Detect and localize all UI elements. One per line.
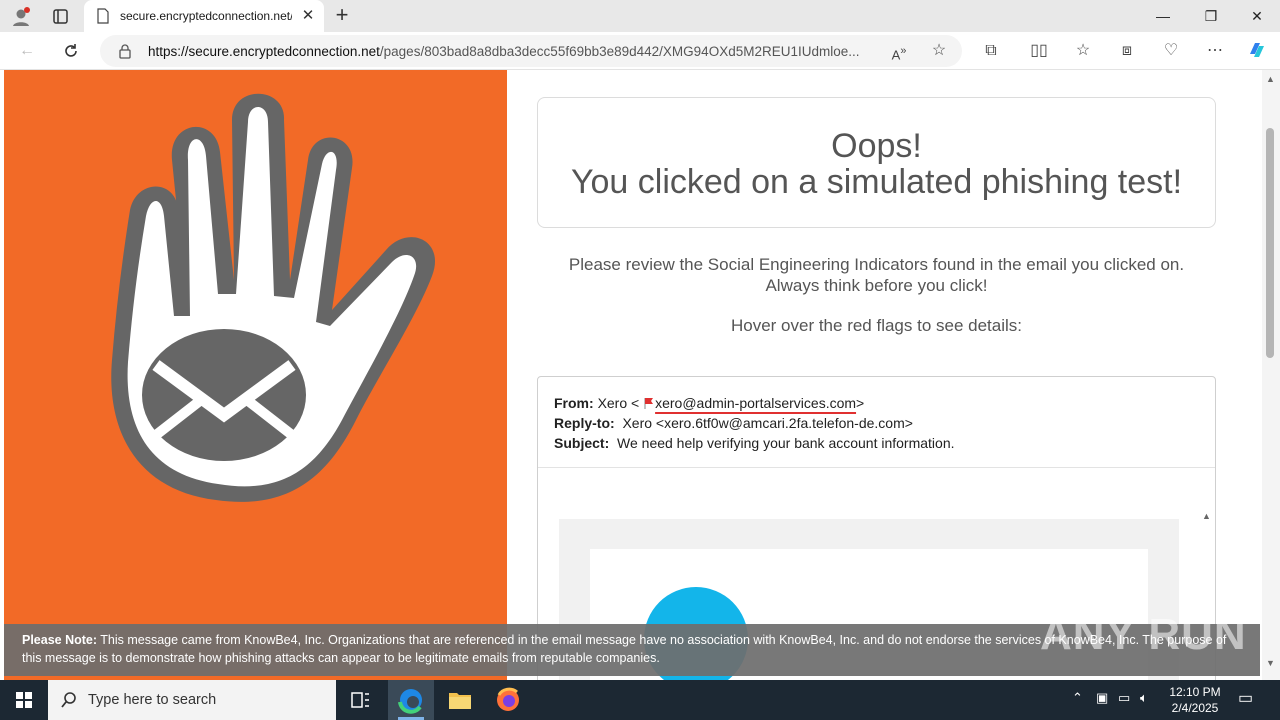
instruction-line-2: Always think before you click! (765, 276, 988, 295)
task-view-icon[interactable] (338, 680, 382, 720)
read-aloud-icon[interactable]: A» (886, 39, 912, 63)
favorite-star-icon[interactable]: ☆ (926, 39, 952, 63)
close-tab-icon[interactable]: ✕ (298, 6, 318, 26)
address-bar[interactable]: https://secure.encryptedconnection.net/p… (100, 35, 962, 67)
search-placeholder: Type here to search (88, 692, 217, 708)
taskbar-clock[interactable]: 12:10 PM 2/4/2025 (1160, 684, 1230, 716)
search-icon (60, 691, 78, 709)
red-flag-icon[interactable] (643, 397, 655, 409)
scrollbar-thumb[interactable] (1266, 128, 1274, 358)
tab-actions-icon[interactable] (46, 6, 74, 28)
note-label: Please Note: (22, 633, 98, 647)
scroll-up-icon[interactable]: ▲ (1266, 74, 1275, 84)
hover-instruction: Hover over the red flags to see details: (730, 316, 1023, 335)
more-menu-icon[interactable]: ⋯ (1202, 39, 1228, 63)
instruction-line-1: Please review the Social Engineering Ind… (568, 255, 1185, 274)
scroll-down-icon[interactable]: ▼ (1266, 658, 1275, 668)
back-icon[interactable]: ← (14, 39, 40, 63)
profile-icon[interactable] (10, 6, 32, 28)
clock-time: 12:10 PM (1169, 685, 1221, 699)
hero-panel (4, 70, 507, 680)
close-window-button[interactable]: ✕ (1234, 0, 1280, 32)
favorites-icon[interactable]: ☆ (1070, 39, 1096, 63)
lock-icon[interactable] (118, 43, 132, 59)
page-scrollbar[interactable]: ▲ ▼ (1262, 70, 1280, 680)
file-explorer-icon[interactable] (438, 680, 482, 720)
windows-taskbar: Type here to search ⌃ ▣ ▭ 🔈︎ 12:10 PM 2/… (0, 680, 1280, 720)
red-flag-from-address[interactable]: xero@admin-portalservices.com (643, 395, 856, 411)
headline-oops: Oops! (831, 127, 922, 165)
email-scroll-up-icon[interactable]: ▲ (1202, 511, 1211, 521)
from-name: Xero < (597, 395, 640, 411)
new-tab-button[interactable]: + (330, 4, 354, 28)
url-host: https://secure.encryptedconnection.net (148, 44, 380, 59)
refresh-icon[interactable] (58, 39, 84, 63)
browser-essentials-icon[interactable]: ♡ (1158, 39, 1184, 63)
headline-phishing: You clicked on a simulated phishing test… (570, 163, 1183, 201)
edge-taskbar-icon[interactable] (388, 680, 434, 720)
page-title: Oops! You clicked on a simulated phishin… (538, 128, 1215, 200)
email-subject-row: Subject: We need help verifying your ban… (554, 435, 955, 451)
volume-icon[interactable]: 🔈︎ (1140, 690, 1148, 706)
taskbar-search[interactable]: Type here to search (48, 680, 336, 720)
restore-button[interactable]: ❐ (1188, 0, 1234, 32)
subject-label: Subject: (554, 435, 610, 451)
reply-to-label: Reply-to: (554, 415, 615, 431)
minimize-button[interactable]: — (1140, 0, 1186, 32)
url-text[interactable]: https://secure.encryptedconnection.net/p… (148, 44, 882, 59)
reply-to-value: Xero <xero.6tf0w@amcari.2fa.telefon-de.c… (622, 415, 913, 431)
subject-value: We need help verifying your bank account… (617, 435, 955, 451)
extensions-icon[interactable]: ⧉ (978, 39, 1004, 63)
collections-icon[interactable]: ⧈ (1114, 39, 1140, 63)
split-screen-icon[interactable]: ▯▯ (1026, 39, 1052, 63)
windows-logo-icon[interactable] (0, 680, 48, 720)
email-from-row: From: Xero < xero@admin-portalservices.c… (554, 395, 864, 411)
from-label: From: (554, 395, 594, 411)
notification-icon[interactable]: ▭ (1238, 688, 1253, 708)
browser-toolbar: ← https://secure.encryptedconnection.net… (0, 32, 1280, 70)
tray-device-icon[interactable]: ▣ (1096, 690, 1108, 706)
start-button[interactable] (0, 680, 48, 720)
url-path: /pages/803bad8a8dba3decc55f69bb3e89d442/… (379, 44, 860, 59)
tab-active[interactable]: secure.encryptedconnection.net/ ✕ (84, 0, 324, 32)
page-content: Oops! You clicked on a simulated phishin… (0, 70, 1262, 680)
instruction-text: Please review the Social Engineering Ind… (537, 254, 1216, 296)
email-divider (538, 467, 1215, 468)
tray-chevron-icon[interactable]: ⌃ (1072, 690, 1083, 706)
from-address: xero@admin-portalservices.com (655, 395, 857, 411)
page-icon (96, 8, 110, 24)
network-icon[interactable]: ▭ (1118, 690, 1130, 706)
firefox-icon[interactable] (486, 680, 530, 720)
from-close: > (856, 395, 865, 411)
tab-title: secure.encryptedconnection.net/ (120, 9, 292, 23)
headline-card: Oops! You clicked on a simulated phishin… (537, 97, 1216, 228)
stop-hand-logo (111, 93, 436, 502)
anyrun-watermark: ANY RUN (1040, 610, 1247, 659)
email-reply-to-row: Reply-to: Xero <xero.6tf0w@amcari.2fa.te… (554, 415, 913, 431)
browser-tab-bar: secure.encryptedconnection.net/ ✕ + — ❐ … (0, 0, 1280, 32)
clock-date: 2/4/2025 (1171, 701, 1219, 715)
copilot-icon[interactable] (1244, 39, 1270, 63)
